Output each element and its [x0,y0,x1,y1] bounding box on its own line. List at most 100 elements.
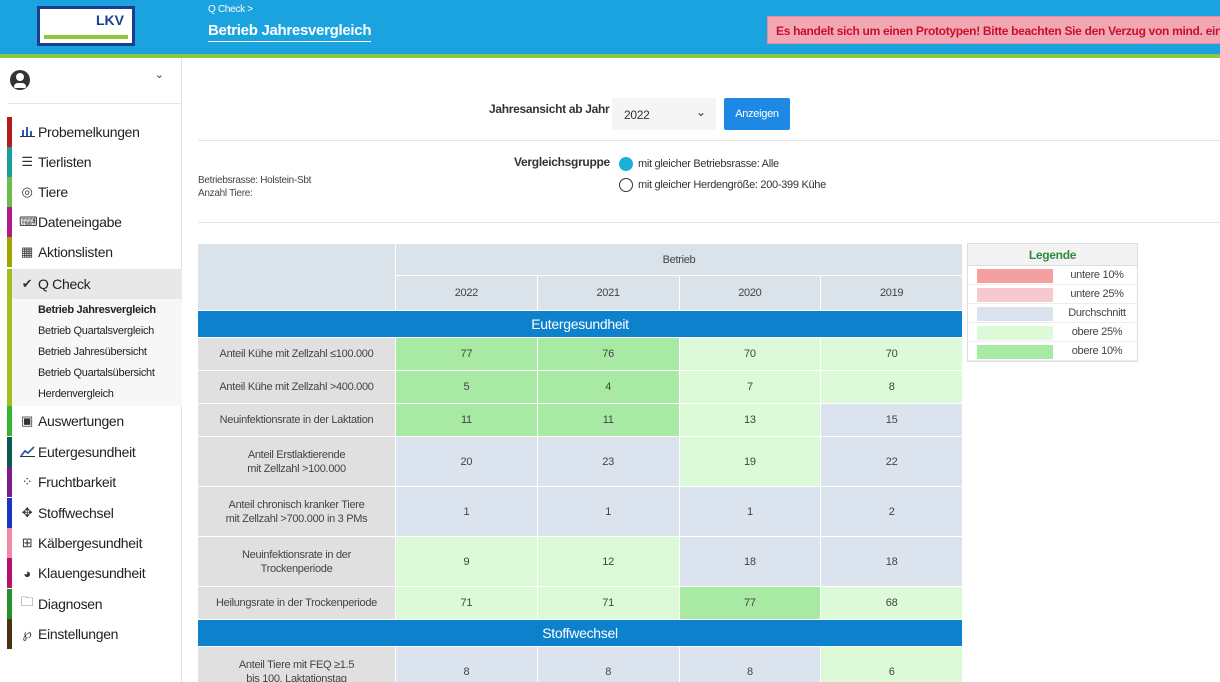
settings-icon: ℘ [22,626,32,641]
value-cell: 1 [678,486,822,537]
sidebar-item-stoffwechsel[interactable]: ✥ Stoffwechsel [7,498,182,528]
table-row: Neuinfektionsrate in der Laktation 11 11 13… [197,403,963,437]
row-label: Heilungsrate in der Trockenperiode [197,586,396,620]
trend-icon [19,445,35,460]
table-row: Heilungsrate in der Trockenperiode 71 71 77… [197,586,963,620]
legend-title: Legende [968,244,1137,266]
year-select[interactable]: 2022 ⌄ [612,98,716,130]
submenu-item-betrieb-quartalsvergleich[interactable]: Betrieb Quartalsvergleich [38,325,154,337]
sidebar-color-bar [7,589,12,619]
breadcrumb[interactable]: Q Check > [208,4,253,15]
year-select-value: 2022 [624,108,650,122]
sidebar-item-label: Kälbergesundheit [38,535,143,551]
sidebar-item-klauengesundheit[interactable]: ◕ Klauengesundheit [7,558,182,588]
logo-area: LKV [0,0,187,58]
sidebar-item-label: Aktionslisten [38,244,113,260]
stoffwechsel-rows: Anteil Tiere mit FEQ ≥1.5 bis 100. Laktat… [197,646,963,682]
sidebar-color-bar [7,467,12,497]
row-label-line: Anteil Kühe mit Zellzahl ≤100.000 [219,348,374,360]
sidebar-item-auswertungen[interactable]: ▣ Auswertungen [7,406,182,436]
sidebar-item-label: Stoffwechsel [38,505,114,521]
legend-swatch [977,288,1053,302]
legend-item: obere 10% [968,342,1137,361]
year-comparison-table: Betrieb 2022 2021 2020 2019 Eutergesundh… [197,243,963,682]
radio-unselected-icon [619,178,633,192]
submenu-item-betrieb-quartalsuebersicht[interactable]: Betrieb Quartalsübersicht [38,367,155,379]
dots-circle-icon: ⁘ [21,474,33,489]
q-check-submenu: Betrieb Jahresvergleich Betrieb Quartals… [7,299,182,406]
sidebar-color-bar [7,207,12,237]
sidebar: ⌄ Probemelkungen ☰ Tierlisten ◎ Tiere ⌨ … [0,58,182,682]
sidebar-item-eutergesundheit[interactable]: Eutergesundheit [7,437,182,467]
value-cell: 8 [678,646,822,682]
sidebar-color-bar [7,177,12,207]
sidebar-item-dateneingabe[interactable]: ⌨ Dateneingabe [7,207,182,237]
radio-selected-icon [619,157,633,171]
value-cell: 13 [678,403,822,437]
row-label-line: Neuinfektionsrate in der [242,548,351,561]
value-cell: 18 [820,536,963,587]
legend-label: untere 10% [1070,269,1124,281]
submenu-item-betrieb-jahresuebersicht[interactable]: Betrieb Jahresübersicht [38,346,147,358]
value-cell: 68 [820,586,963,620]
value-cell: 8 [820,370,963,404]
sidebar-color-bar [7,269,12,299]
eutergesundheit-rows: Anteil Kühe mit Zellzahl ≤100.000 77 76 70 7… [197,337,963,620]
year-header: 2019 [820,275,963,311]
value-cell: 19 [678,436,822,487]
legend-item: Durchschnitt [968,304,1137,323]
sidebar-item-label: Einstellungen [38,626,119,642]
show-button[interactable]: Anzeigen [724,98,790,130]
sidebar-item-kaelbergesundheit[interactable]: ⊞ Kälbergesundheit [7,528,182,558]
sidebar-item-diagnosen[interactable]: 🗀 Diagnosen [7,589,182,619]
sidebar-color-bar [7,619,12,649]
sidebar-color-bar [7,406,12,436]
animal-count-info: Anzahl Tiere: [198,188,253,199]
logo-stripe [44,35,128,39]
radio-label: mit gleicher Betriebsrasse: Alle [638,158,779,170]
section-header-eutergesundheit: Eutergesundheit [197,310,963,338]
row-label-line: Anteil chronisch kranker Tiere [228,498,365,511]
row-label-line: Heilungsrate in der Trockenperiode [215,597,377,609]
sidebar-item-label: Auswertungen [38,413,124,429]
sidebar-item-einstellungen[interactable]: ℘ Einstellungen [7,619,182,649]
top-bar: LKV Q Check > Betrieb Jahresvergleich Es… [0,0,1220,58]
lkv-logo[interactable]: LKV [37,6,135,46]
legend-item: obere 25% [968,323,1137,342]
table-row: Anteil Tiere mit FEQ ≥1.5 bis 100. Laktat… [197,646,963,682]
value-cell: 70 [820,337,963,371]
sidebar-item-q-check[interactable]: ✔ Q Check [7,269,182,299]
sidebar-item-probemelkungen[interactable]: Probemelkungen [7,117,182,147]
page-title: Betrieb Jahresvergleich [208,22,371,42]
legend-label: obere 10% [1071,345,1123,357]
sidebar-item-fruchtbarkeit[interactable]: ⁘ Fruchtbarkeit [7,467,182,497]
table-row: Anteil Erstlaktierende mit Zellzahl >100.… [197,436,963,487]
row-label: Anteil Erstlaktierende mit Zellzahl >100.… [197,436,396,487]
row-label-line: Anteil Erstlaktierende [247,448,346,461]
submenu-item-betrieb-jahresvergleich[interactable]: Betrieb Jahresvergleich [38,304,156,316]
submenu-item-herdenvergleich[interactable]: Herdenvergleich [38,388,114,400]
value-cell: 23 [536,436,680,487]
legend-label: Durchschnitt [1068,307,1126,319]
value-cell: 20 [395,436,538,487]
group-header: Betrieb [395,243,963,276]
sidebar-item-tiere[interactable]: ◎ Tiere [7,177,182,207]
target-icon: ◎ [21,184,33,199]
sidebar-item-tierlisten[interactable]: ☰ Tierlisten [7,147,182,177]
user-menu[interactable]: ⌄ [8,66,182,104]
value-cell: 12 [536,536,680,587]
row-label-line: bis 100. Laktationstag [246,672,347,682]
sidebar-item-label: Tiere [38,184,68,200]
sidebar-item-label: Klauengesundheit [38,565,146,581]
value-cell: 9 [395,536,538,587]
chevron-down-icon: ⌄ [154,69,164,81]
prototype-warning-banner: Es handelt sich um einen Prototypen! Bit… [767,16,1220,44]
table-row: Anteil chronisch kranker Tiere mit Zellza… [197,486,963,537]
comparison-group-label: Vergleichsgruppe [514,155,610,169]
list-icon: ☰ [21,154,33,169]
radio-label: mit gleicher Herdengröße: 200-399 Kühe [638,179,826,191]
value-cell: 11 [395,403,538,437]
year-filter-label: Jahresansicht ab Jahr [489,102,610,116]
value-cell: 7 [678,370,822,404]
sidebar-item-aktionslisten[interactable]: ▦ Aktionslisten [7,237,182,267]
